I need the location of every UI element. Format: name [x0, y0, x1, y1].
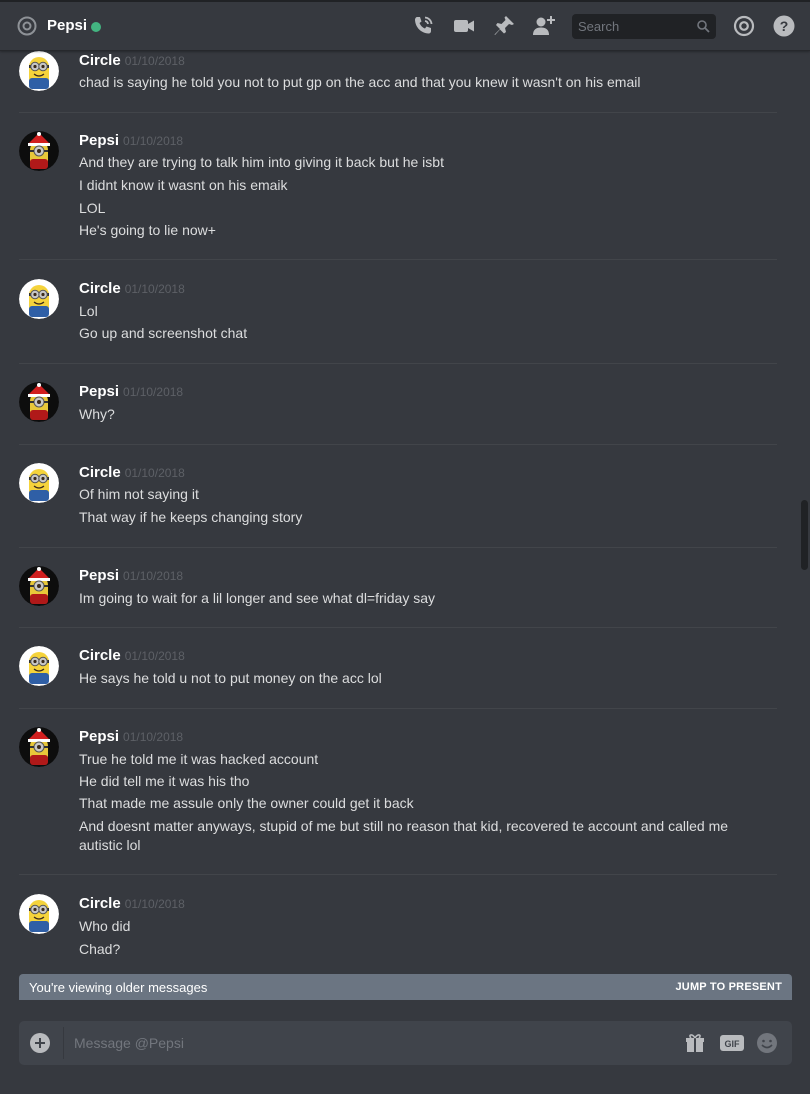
- emoji-icon[interactable]: [756, 1032, 778, 1054]
- gif-icon[interactable]: GIF: [719, 1032, 745, 1054]
- message-timestamp: 01/10/2018: [124, 466, 185, 480]
- message-list[interactable]: Circle 01/10/2018 chad is saying he told …: [0, 51, 800, 974]
- message-text: Lol: [79, 303, 98, 319]
- message-divider: [19, 444, 777, 445]
- dm-recipient-name: Pepsi: [47, 17, 88, 34]
- message-author[interactable]: Pepsi 01/10/2018: [79, 132, 183, 149]
- minion-avatar[interactable]: [19, 279, 59, 319]
- message-author[interactable]: Pepsi 01/10/2018: [79, 728, 183, 745]
- message-author[interactable]: Circle 01/10/2018: [79, 280, 185, 297]
- message-text: He did tell me it was his tho: [79, 773, 250, 789]
- message-timestamp: 01/10/2018: [124, 54, 185, 68]
- message-divider: [19, 627, 777, 628]
- minion-avatar[interactable]: [19, 646, 59, 686]
- message-timestamp: 01/10/2018: [123, 385, 184, 399]
- older-messages-banner: You're viewing older messages JUMP TO PR…: [19, 974, 792, 1000]
- message-text: He says he told u not to put money on th…: [79, 670, 382, 686]
- message-divider: [19, 708, 777, 709]
- message-composer: GIF: [19, 1021, 792, 1065]
- search-bar[interactable]: [572, 14, 716, 39]
- message-divider: [19, 874, 777, 875]
- jump-to-present-button[interactable]: JUMP TO PRESENT: [675, 981, 782, 993]
- message-text: That made me assule only the owner could…: [79, 795, 414, 811]
- message-author[interactable]: Pepsi 01/10/2018: [79, 567, 183, 584]
- help-icon[interactable]: ?: [772, 14, 796, 38]
- minion-avatar[interactable]: [19, 51, 59, 91]
- call-icon[interactable]: [411, 14, 435, 38]
- message-author[interactable]: Pepsi 01/10/2018: [79, 383, 183, 400]
- message-author[interactable]: Circle 01/10/2018: [79, 52, 185, 69]
- search-icon: [697, 20, 710, 33]
- message-text: Im going to wait for a lil longer and se…: [79, 590, 436, 606]
- online-status-icon: [91, 22, 101, 32]
- message-timestamp: 01/10/2018: [124, 649, 185, 663]
- svg-text:?: ?: [780, 18, 789, 34]
- mentions-icon[interactable]: [732, 14, 756, 38]
- message-text: Chad?: [79, 941, 121, 957]
- minion-santa-avatar[interactable]: [19, 727, 59, 767]
- message-author[interactable]: Circle 01/10/2018: [79, 464, 185, 481]
- at-icon: [17, 16, 37, 36]
- message-text: Who did: [79, 918, 131, 934]
- message-input[interactable]: [74, 1033, 654, 1053]
- minion-avatar[interactable]: [19, 463, 59, 503]
- message-text: He's going to lie now+: [79, 222, 216, 238]
- message-divider: [19, 112, 777, 113]
- message-text: That way if he keeps changing story: [79, 509, 303, 525]
- message-text: Of him not saying it: [79, 486, 199, 502]
- minion-santa-avatar[interactable]: [19, 566, 59, 606]
- message-divider: [19, 259, 777, 260]
- message-divider: [19, 547, 777, 548]
- scrollbar-thumb[interactable]: [801, 500, 808, 570]
- message-author[interactable]: Circle 01/10/2018: [79, 647, 185, 664]
- message-text: Why?: [79, 406, 115, 422]
- message-text: And doesnt matter anyways, stupid of me …: [79, 818, 729, 853]
- message-timestamp: 01/10/2018: [124, 282, 185, 296]
- message-divider: [19, 363, 777, 364]
- gift-icon[interactable]: [684, 1032, 706, 1054]
- composer-divider: [63, 1027, 64, 1059]
- svg-text:GIF: GIF: [725, 1039, 741, 1049]
- minion-santa-avatar[interactable]: [19, 382, 59, 422]
- message-text: I didnt know it wasnt on his emaik: [79, 177, 288, 193]
- channel-header: Pepsi ?: [0, 0, 810, 51]
- message-timestamp: 01/10/2018: [123, 730, 184, 744]
- minion-santa-avatar[interactable]: [19, 131, 59, 171]
- message-text: LOL: [79, 200, 106, 216]
- message-timestamp: 01/10/2018: [124, 897, 185, 911]
- message-text: Go up and screenshot chat: [79, 325, 248, 341]
- message-text: chad is saying he told you not to put gp…: [79, 74, 641, 90]
- add-friend-icon[interactable]: [532, 14, 556, 38]
- search-input[interactable]: [572, 14, 692, 39]
- video-icon[interactable]: [452, 14, 476, 38]
- minion-avatar[interactable]: [19, 894, 59, 934]
- pin-icon[interactable]: [492, 14, 516, 38]
- older-messages-text: You're viewing older messages: [29, 980, 208, 995]
- message-text: True he told me it was hacked account: [79, 751, 319, 767]
- message-author[interactable]: Circle 01/10/2018: [79, 895, 185, 912]
- message-timestamp: 01/10/2018: [123, 569, 184, 583]
- message-timestamp: 01/10/2018: [123, 134, 184, 148]
- add-attachment-icon[interactable]: [30, 1033, 50, 1053]
- message-text: And they are trying to talk him into giv…: [79, 154, 444, 170]
